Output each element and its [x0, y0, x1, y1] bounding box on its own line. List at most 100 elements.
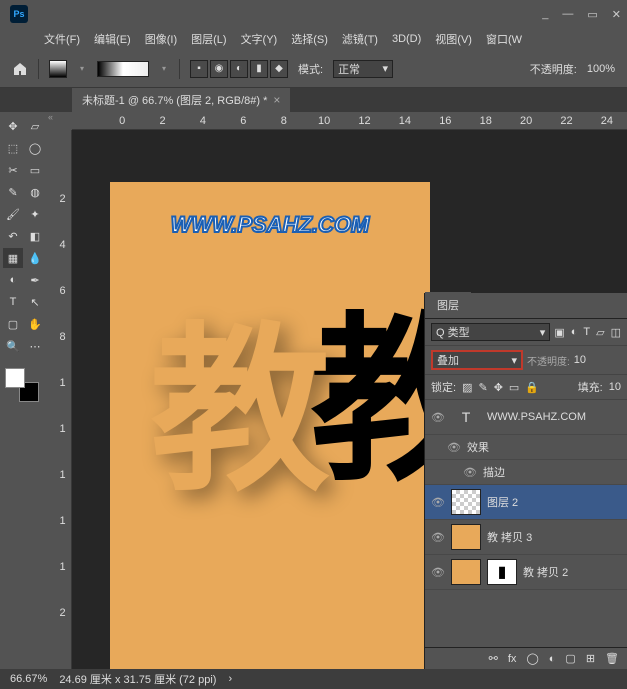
frame-tool-icon[interactable]: ▭	[25, 160, 45, 180]
document-tab[interactable]: 未标题-1 @ 66.7% (图层 2, RGB/8#) * ×	[72, 88, 290, 112]
menu-window[interactable]: 窗口(W	[480, 29, 528, 49]
gradient-angle-icon[interactable]: ◐	[230, 60, 248, 78]
layer-name[interactable]: 教 拷贝 3	[487, 529, 532, 545]
layer-thumbnail[interactable]	[451, 524, 481, 550]
filter-shape-icon[interactable]: ▱	[596, 326, 604, 339]
layer-mask-thumbnail[interactable]: ▮	[487, 559, 517, 585]
visibility-icon[interactable]: 👁	[431, 531, 445, 544]
dodge-tool-icon[interactable]: ◐	[3, 270, 23, 290]
lasso-tool-icon[interactable]: ◯	[25, 138, 45, 158]
layer-name[interactable]: 图层 2	[487, 494, 518, 510]
menu-select[interactable]: 选择(S)	[285, 29, 334, 49]
chevron-down-icon[interactable]: ▾	[77, 64, 87, 74]
blend-mode-dropdown[interactable]: 叠加▾	[431, 350, 523, 370]
close-tab-icon[interactable]: ×	[273, 93, 280, 107]
layer-item[interactable]: 👁 图层 2	[425, 485, 627, 520]
layer-thumbnail[interactable]	[451, 559, 481, 585]
healing-tool-icon[interactable]: ◍	[25, 182, 45, 202]
layer-effects-group[interactable]: 👁 效果	[425, 435, 627, 460]
home-icon[interactable]	[12, 61, 28, 77]
menu-type[interactable]: 文字(Y)	[235, 29, 284, 49]
restore-icon[interactable]: ▭	[587, 8, 597, 21]
menu-filter[interactable]: 滤镜(T)	[336, 29, 384, 49]
layer-item[interactable]: 👁 T WWW.PSAHZ.COM	[425, 400, 627, 435]
layer-effect-item[interactable]: 👁 描边	[425, 460, 627, 485]
menu-layer[interactable]: 图层(L)	[185, 29, 232, 49]
edit-toolbar-icon[interactable]: ⋯	[25, 336, 45, 356]
filter-pixel-icon[interactable]: ▣	[554, 326, 564, 339]
visibility-icon[interactable]: 👁	[431, 411, 445, 424]
group-icon[interactable]: ▢	[565, 652, 575, 665]
menu-edit[interactable]: 编辑(E)	[88, 29, 137, 49]
layer-item[interactable]: 👁 ▮ 教 拷贝 2	[425, 555, 627, 590]
ruler-horizontal[interactable]: 024681012141618202224	[72, 112, 627, 130]
color-swatches[interactable]	[3, 366, 41, 404]
adjustment-icon[interactable]: ◐	[549, 653, 556, 665]
underscore-icon[interactable]: _	[542, 8, 548, 20]
artboard-tool-icon[interactable]: ▱	[25, 116, 45, 136]
gradient-reflected-icon[interactable]: ▮	[250, 60, 268, 78]
layer-name[interactable]: WWW.PSAHZ.COM	[487, 411, 586, 423]
eraser-tool-icon[interactable]: ◧	[25, 226, 45, 246]
menu-file[interactable]: 文件(F)	[38, 29, 86, 49]
path-select-icon[interactable]: ↖	[25, 292, 45, 312]
blur-tool-icon[interactable]: 💧	[25, 248, 45, 268]
lock-all-icon[interactable]: 🔒	[525, 381, 539, 394]
ruler-vertical[interactable]: 2468111112	[54, 130, 72, 669]
stamp-tool-icon[interactable]: ✦	[25, 204, 45, 224]
gradient-radial-icon[interactable]: ◉	[210, 60, 228, 78]
close-icon[interactable]: ✕	[612, 8, 621, 21]
gradient-swatch[interactable]	[97, 61, 149, 77]
type-tool-icon[interactable]: T	[3, 292, 23, 312]
layer-item[interactable]: 👁 教 拷贝 3	[425, 520, 627, 555]
move-tool-icon[interactable]: ✥	[3, 116, 23, 136]
opacity-value[interactable]: 100%	[587, 63, 615, 75]
zoom-tool-icon[interactable]: 🔍	[3, 336, 23, 356]
rectangle-tool-icon[interactable]: ▢	[3, 314, 23, 334]
gradient-diamond-icon[interactable]: ◆	[270, 60, 288, 78]
filter-type-icon[interactable]: T	[583, 326, 590, 339]
gradient-linear-icon[interactable]: ▪	[190, 60, 208, 78]
hand-tool-icon[interactable]: ✋	[25, 314, 45, 334]
menu-image[interactable]: 图像(I)	[139, 29, 183, 49]
foreground-color-swatch[interactable]	[5, 368, 25, 388]
fx-icon[interactable]: fx	[508, 653, 517, 665]
visibility-icon[interactable]: 👁	[447, 441, 461, 454]
mask-icon[interactable]: ◯	[526, 652, 538, 665]
layer-thumbnail[interactable]	[451, 489, 481, 515]
link-layers-icon[interactable]: ⚯	[489, 652, 498, 665]
canvas[interactable]: WWW.PSAHZ.COM 教 教	[110, 182, 430, 669]
menu-view[interactable]: 视图(V)	[429, 29, 478, 49]
layers-tab[interactable]: 图层	[425, 292, 471, 318]
brush-tool-icon[interactable]: 🖌	[3, 204, 23, 224]
chevron-right-icon[interactable]: ›	[228, 673, 232, 685]
layer-name[interactable]: 教 拷贝 2	[523, 564, 568, 580]
history-brush-icon[interactable]: ↶	[3, 226, 23, 246]
lock-artboard-icon[interactable]: ▭	[509, 381, 519, 394]
lock-pixels-icon[interactable]: ▨	[462, 381, 472, 394]
zoom-level[interactable]: 66.67%	[10, 673, 47, 685]
marquee-tool-icon[interactable]: ⬚	[3, 138, 23, 158]
lock-brush-icon[interactable]: ✎	[478, 381, 487, 394]
minimize-icon[interactable]: —	[562, 8, 573, 20]
lock-position-icon[interactable]: ✥	[494, 381, 503, 394]
fill-value[interactable]: 10	[609, 381, 621, 393]
gradient-tool-icon[interactable]: ▦	[3, 248, 23, 268]
layer-filter-dropdown[interactable]: Q 类型▾	[431, 323, 550, 341]
trash-icon[interactable]: 🗑	[605, 652, 619, 665]
eyedropper-tool-icon[interactable]: ✎	[3, 182, 23, 202]
lock-label: 锁定:	[431, 379, 456, 395]
new-layer-icon[interactable]: ⊞	[586, 652, 595, 665]
blend-mode-dropdown[interactable]: 正常▾	[333, 60, 393, 78]
crop-tool-icon[interactable]: ✂	[3, 160, 23, 180]
opacity-value[interactable]: 10	[574, 354, 586, 366]
pen-tool-icon[interactable]: ✒	[25, 270, 45, 290]
filter-adjust-icon[interactable]: ◐	[571, 326, 578, 339]
chevron-down-icon[interactable]: ▾	[159, 64, 169, 74]
visibility-icon[interactable]: 👁	[463, 466, 477, 479]
filter-smart-icon[interactable]: ◫	[611, 326, 621, 339]
visibility-icon[interactable]: 👁	[431, 566, 445, 579]
gradient-type-icon[interactable]	[49, 60, 67, 78]
visibility-icon[interactable]: 👁	[431, 496, 445, 509]
menu-3d[interactable]: 3D(D)	[386, 31, 427, 47]
